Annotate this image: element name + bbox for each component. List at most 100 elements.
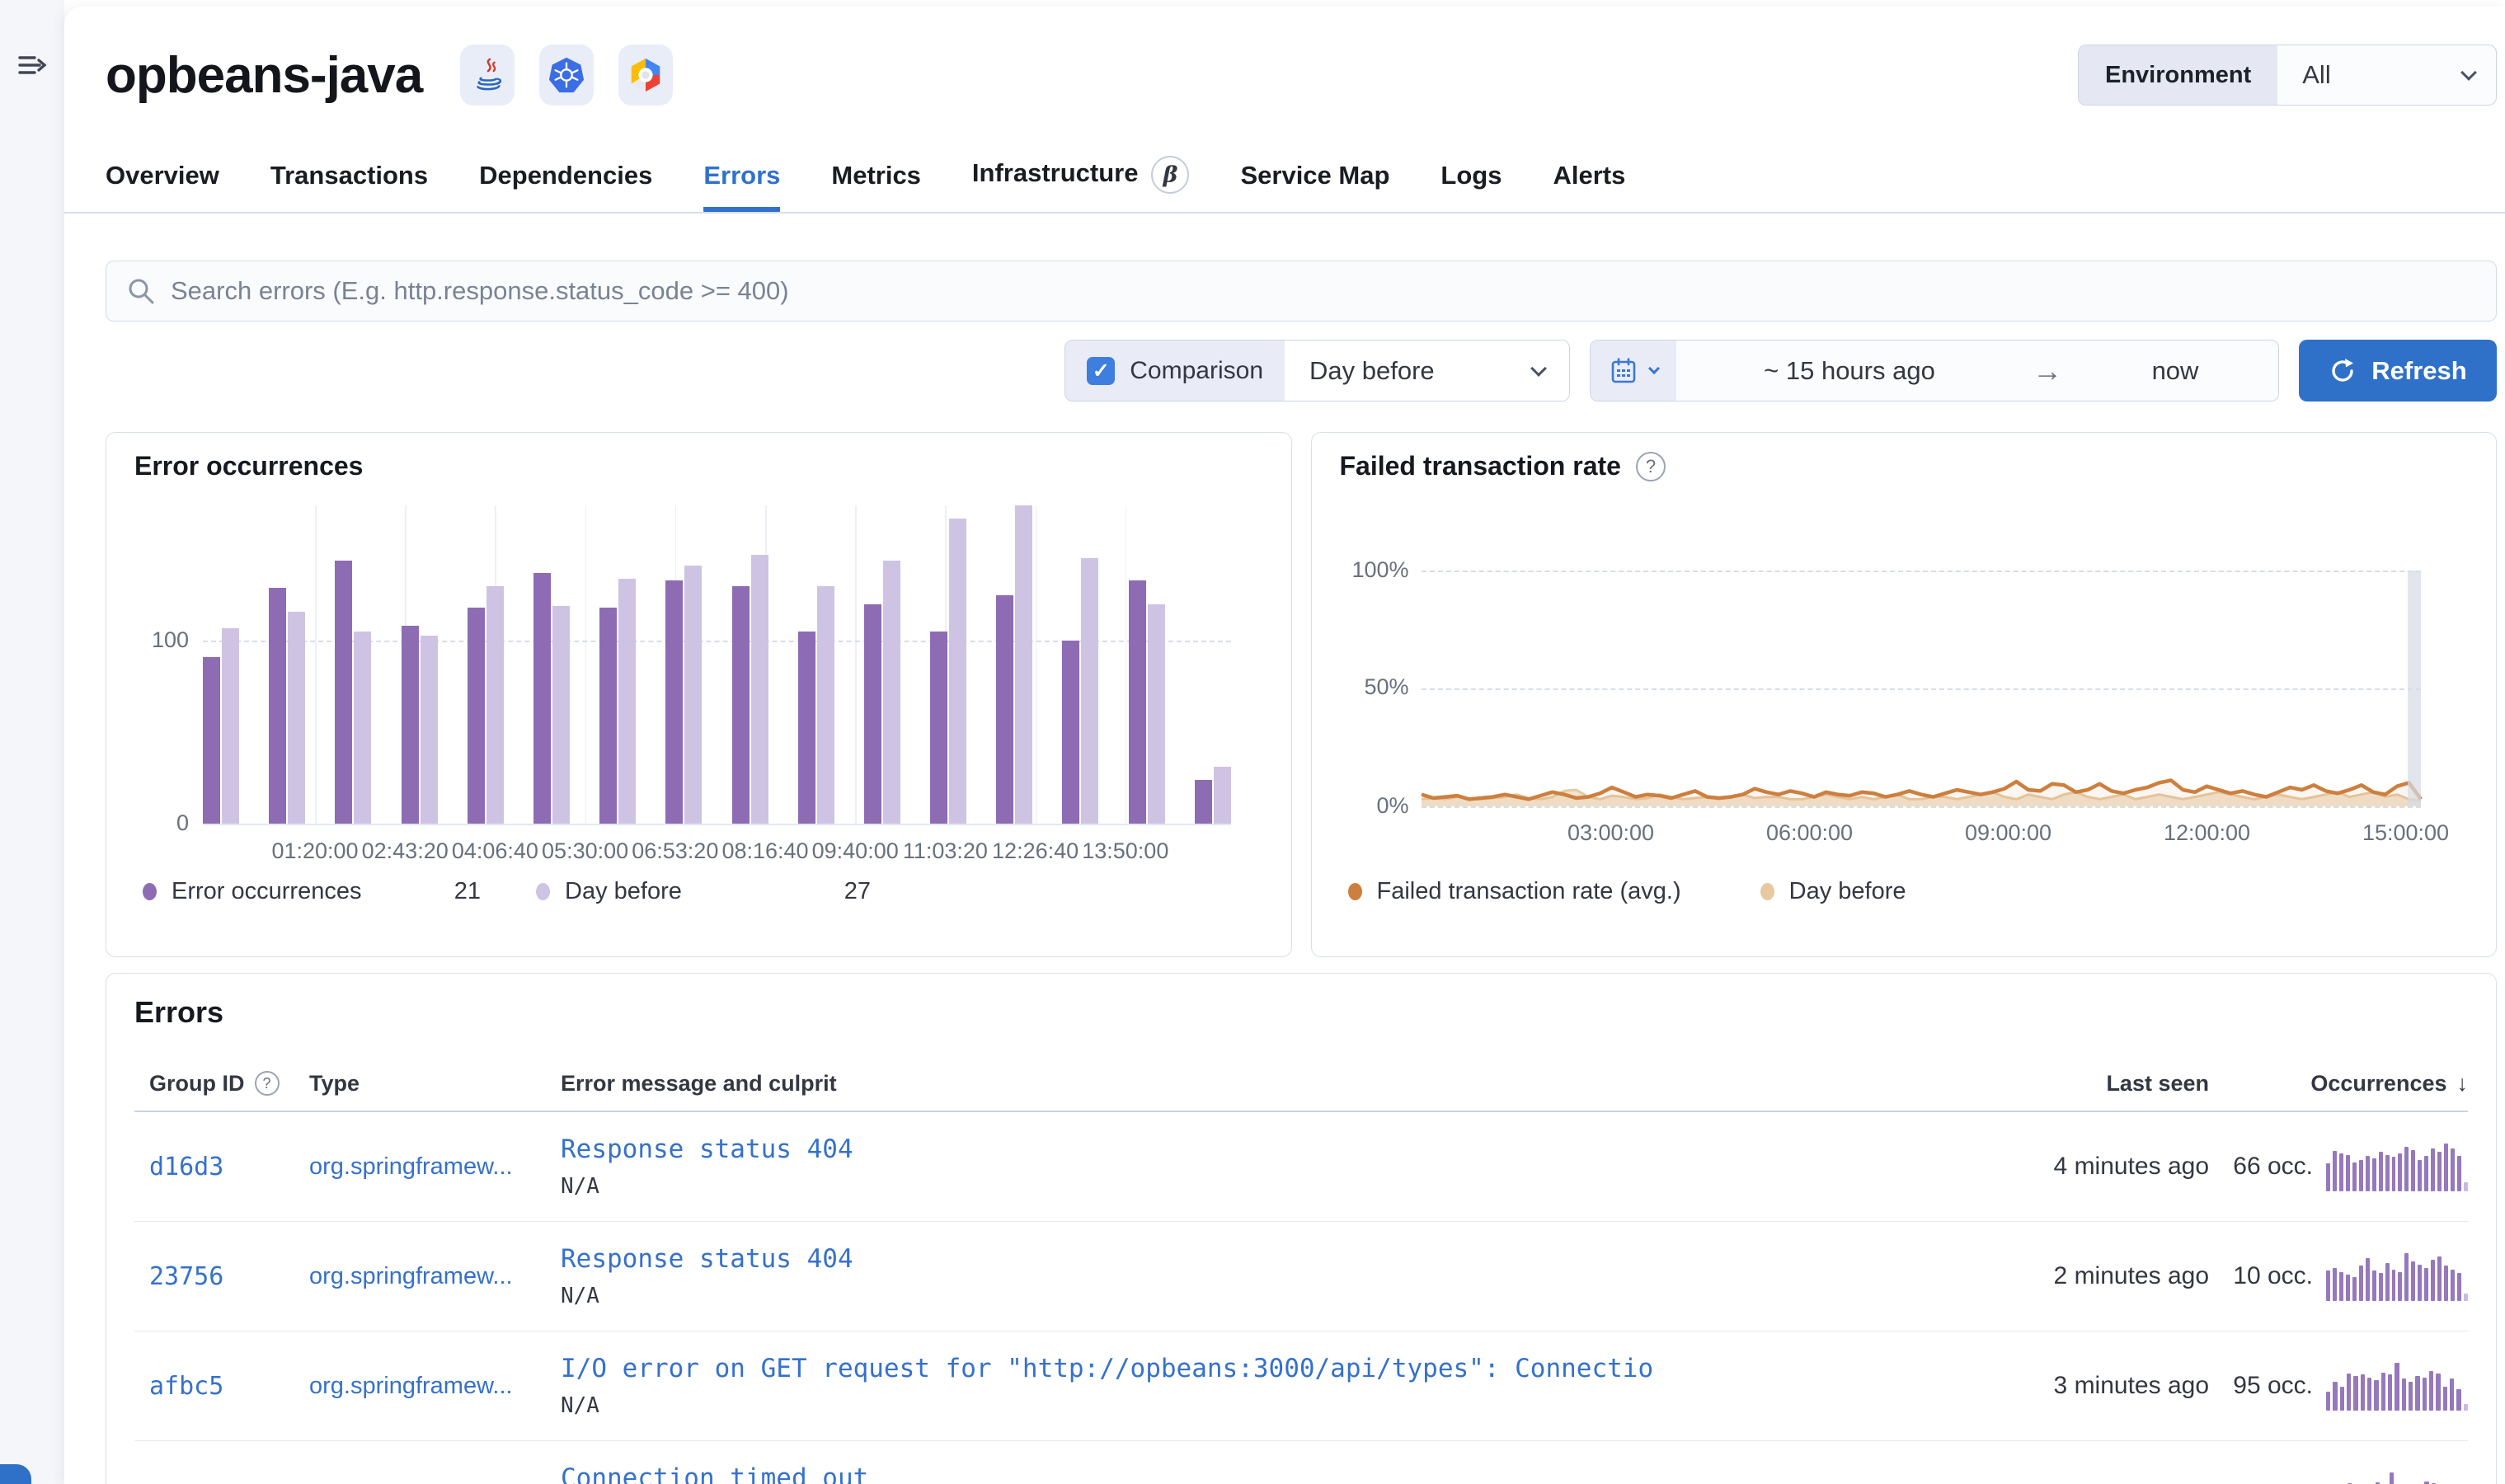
- failed-transaction-rate-chart[interactable]: [1420, 571, 2423, 808]
- error-occurrences-legend: Error occurrences 21 Day before 27: [143, 878, 871, 905]
- error-type-link[interactable]: org.springframew...: [309, 1153, 513, 1180]
- bar-pair[interactable]: [203, 627, 239, 824]
- tab-label: Errors: [703, 161, 781, 190]
- help-icon[interactable]: ?: [1635, 451, 1666, 481]
- bar-current: [996, 594, 1014, 824]
- legend-item[interactable]: Day before 27: [536, 878, 871, 905]
- environment-select[interactable]: Environment All: [2078, 45, 2497, 106]
- spark-bar: [2437, 1152, 2442, 1191]
- legend-item[interactable]: Day before: [1760, 878, 1906, 905]
- column-occurrences[interactable]: Occurrences ↓: [2209, 1071, 2468, 1097]
- bar-pair[interactable]: [335, 560, 372, 824]
- spark-bar: [2326, 1392, 2331, 1411]
- bar-day-before: [618, 578, 637, 824]
- group-id-link[interactable]: 23756: [149, 1262, 223, 1291]
- expand-menu-icon[interactable]: [13, 46, 53, 86]
- bar-pair[interactable]: [863, 560, 900, 824]
- bar-pair[interactable]: [467, 585, 504, 824]
- error-message-link[interactable]: Connection timed out: [561, 1463, 1937, 1484]
- error-occurrences-title: Error occurrences: [134, 451, 364, 481]
- group-id-link[interactable]: afbc5: [149, 1372, 223, 1401]
- spark-bar: [2408, 1381, 2413, 1411]
- error-message-link[interactable]: I/O error on GET request for "http://opb…: [561, 1354, 1937, 1383]
- table-row: b2d86java.net.ConnectE...Connection time…: [134, 1441, 2468, 1484]
- tab-dependencies[interactable]: Dependencies: [479, 161, 652, 212]
- comparison-checkbox[interactable]: ✓ Comparison: [1065, 340, 1285, 401]
- bar-pair[interactable]: [930, 518, 967, 824]
- date-picker: ~ 15 hours ago → now: [1590, 340, 2279, 402]
- time-range-start[interactable]: ~ 15 hours ago: [1676, 340, 2023, 401]
- environment-value[interactable]: All: [2277, 45, 2496, 105]
- bar-pair[interactable]: [401, 626, 438, 824]
- bar-pair[interactable]: [1128, 580, 1165, 824]
- error-type-link[interactable]: org.springframew...: [309, 1373, 513, 1399]
- checkbox-checked-icon[interactable]: ✓: [1087, 356, 1116, 385]
- errors-table-body: d16d3 org.springframew... Response status …: [134, 1112, 2468, 1484]
- x-axis-labels: 01:20:00 02:43:20 04:06:40 05:30:00 06:53:20…: [203, 838, 1231, 866]
- bar-pair[interactable]: [665, 566, 703, 824]
- bar-pair[interactable]: [599, 578, 637, 824]
- bar-pair[interactable]: [996, 505, 1033, 824]
- error-type-link[interactable]: org.springframew...: [309, 1263, 513, 1289]
- spark-bar: [2451, 1148, 2456, 1191]
- search-input[interactable]: [171, 276, 2476, 306]
- help-icon[interactable]: ?: [254, 1071, 280, 1096]
- group-id-link[interactable]: b2d86: [149, 1482, 223, 1484]
- kubernetes-icon: [539, 45, 595, 106]
- x-tick-label: 01:20:00: [271, 838, 359, 863]
- calendar-menu-button[interactable]: [1591, 340, 1676, 401]
- spark-bar: [2338, 1271, 2343, 1301]
- legend-dot: [1347, 883, 1362, 900]
- tab-metrics[interactable]: Metrics: [831, 161, 921, 212]
- table-row: afbc5 org.springframew... I/O error on GET…: [134, 1331, 2468, 1441]
- spark-bar: [2353, 1376, 2358, 1411]
- legend-label: Failed transaction rate (avg.): [1376, 878, 1681, 904]
- tab-transactions[interactable]: Transactions: [270, 161, 428, 212]
- bar-day-before: [949, 518, 967, 824]
- bar-current: [1194, 779, 1212, 824]
- tab-infrastructure[interactable]: Infrastructure β: [972, 156, 1190, 212]
- bar-pair[interactable]: [731, 554, 768, 824]
- tab-alerts[interactable]: Alerts: [1553, 161, 1625, 212]
- bar-day-before: [1213, 767, 1231, 824]
- comparison-group: ✓ Comparison Day before: [1065, 340, 1570, 402]
- legend-value: 27: [844, 878, 871, 904]
- spark-bar: [2457, 1156, 2462, 1191]
- x-tick-label: 02:43:20: [361, 838, 449, 863]
- group-id-link[interactable]: d16d3: [149, 1153, 223, 1181]
- bar-day-before: [684, 566, 703, 824]
- tab-label: Overview: [106, 161, 219, 190]
- bar-current: [731, 585, 750, 824]
- tab-errors[interactable]: Errors: [703, 161, 781, 212]
- x-tick-label: 06:00:00: [1765, 820, 1854, 845]
- tab-service-map[interactable]: Service Map: [1240, 161, 1389, 212]
- bar-pair[interactable]: [1062, 558, 1099, 824]
- tab-overview[interactable]: Overview: [106, 161, 219, 212]
- tab-logs[interactable]: Logs: [1440, 161, 1502, 212]
- x-tick-label: 12:00:00: [2163, 820, 2251, 845]
- error-search-bar[interactable]: [106, 261, 2497, 322]
- legend-item[interactable]: Failed transaction rate (avg.): [1347, 878, 1681, 905]
- refresh-button[interactable]: Refresh: [2299, 340, 2497, 402]
- error-occurrences-chart[interactable]: [203, 505, 1231, 825]
- error-message-link[interactable]: Response status 404: [561, 1244, 1937, 1274]
- comparison-select[interactable]: Day before: [1285, 340, 1569, 401]
- bar-pair[interactable]: [269, 587, 306, 824]
- time-range-end[interactable]: now: [2072, 340, 2278, 401]
- bar-current: [863, 603, 881, 824]
- legend-item[interactable]: Error occurrences 21: [143, 878, 481, 905]
- bar-pair[interactable]: [533, 573, 570, 824]
- bar-pair[interactable]: [1194, 767, 1231, 824]
- spark-bar: [2444, 1144, 2449, 1191]
- x-axis-labels: 03:00:00 06:00:00 09:00:00 12:00:00 15:00:00: [1422, 820, 2449, 848]
- y-tick-100pct: 100%: [1351, 557, 1409, 582]
- bar-day-before: [552, 606, 570, 824]
- bar-day-before: [420, 635, 438, 824]
- error-message-link[interactable]: Response status 404: [561, 1134, 1937, 1164]
- bar-current: [401, 626, 419, 824]
- spark-bar: [2449, 1378, 2455, 1411]
- spark-bar: [2464, 1293, 2468, 1301]
- spark-bar: [2371, 1270, 2376, 1301]
- bar-pair[interactable]: [797, 585, 834, 824]
- spark-bar: [2442, 1387, 2447, 1411]
